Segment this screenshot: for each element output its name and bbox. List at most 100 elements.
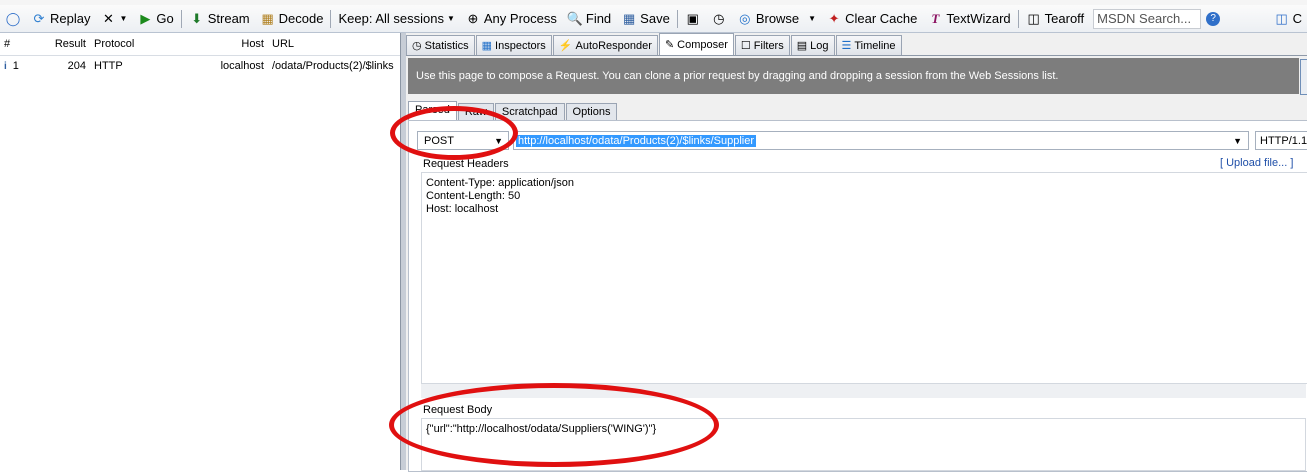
decode-button[interactable]: ▦ Decode bbox=[255, 7, 329, 31]
browser-icon: ◎ bbox=[739, 10, 751, 26]
session-result: 204 bbox=[67, 60, 86, 72]
eraser-icon: ✦ bbox=[828, 10, 840, 26]
tab-label: AutoResponder bbox=[575, 39, 652, 52]
tab-autoresponder[interactable]: ⚡ AutoResponder bbox=[552, 35, 658, 55]
column-header-num[interactable]: # bbox=[0, 38, 36, 50]
url-input[interactable]: http://localhost/odata/Products(2)/$link… bbox=[513, 131, 1249, 150]
replay-icon: ⟳ bbox=[33, 10, 45, 26]
tab-composer[interactable]: ✎ Composer bbox=[658, 33, 734, 55]
request-body-textarea[interactable]: {"url":"http://localhost/odata/Suppliers… bbox=[421, 418, 1306, 471]
textwizard-button[interactable]: T TextWizard bbox=[922, 7, 1015, 31]
log-icon: ▤ bbox=[796, 40, 808, 52]
session-host: localhost bbox=[220, 60, 264, 72]
composer-subtabs: Parsed Raw Scratchpad Options bbox=[408, 101, 618, 120]
any-process-label: Any Process bbox=[483, 11, 557, 26]
dropdown-arrow-icon: ▼ bbox=[808, 14, 817, 23]
headers-scrollbar[interactable] bbox=[421, 383, 1306, 398]
clear-cache-button[interactable]: ✦ Clear Cache bbox=[821, 7, 922, 31]
separator bbox=[180, 9, 182, 28]
save-icon: ▦ bbox=[623, 10, 636, 26]
save-button[interactable]: ▦ Save bbox=[616, 7, 675, 31]
timer-button[interactable]: ◷ bbox=[706, 7, 732, 31]
inspectors-icon: ▦ bbox=[481, 40, 493, 52]
clip-button[interactable]: ◫ C bbox=[1269, 7, 1307, 31]
header-line: Content-Type: application/json bbox=[426, 177, 574, 189]
http-version-select[interactable]: HTTP/1.1 bbox=[1255, 131, 1307, 150]
composer-form: POST ▼ http://localhost/odata/Products(2)… bbox=[408, 120, 1307, 472]
header-line: Content-Length: 50 bbox=[426, 190, 521, 202]
session-num: 1 bbox=[12, 60, 19, 72]
subtab-scratchpad[interactable]: Scratchpad bbox=[494, 103, 565, 120]
column-header-result[interactable]: Result bbox=[36, 38, 90, 50]
textwizard-label: TextWizard bbox=[946, 11, 1011, 26]
tab-inspectors[interactable]: ▦ Inspectors bbox=[475, 35, 552, 55]
header-line: Host: localhost bbox=[426, 203, 499, 215]
dropdown-arrow-icon: ▼ bbox=[446, 14, 455, 23]
timeline-icon: ☰ bbox=[841, 40, 852, 52]
find-label: Find bbox=[585, 11, 612, 26]
comment-button[interactable]: ◯ bbox=[0, 7, 26, 31]
go-label: Go bbox=[156, 11, 174, 26]
browse-button[interactable]: ◎ Browse ▼ bbox=[732, 7, 821, 31]
msdn-search-input[interactable]: MSDN Search... bbox=[1093, 8, 1202, 29]
pencil-icon: ✎ bbox=[664, 39, 675, 51]
close-icon: ✕ bbox=[103, 10, 114, 26]
tearoff-label: Tearoff bbox=[1044, 11, 1085, 26]
replay-button[interactable]: ⟳ Replay bbox=[26, 7, 95, 31]
any-process-button[interactable]: ⊕ Any Process bbox=[460, 7, 562, 31]
help-button[interactable]: ? bbox=[1201, 7, 1225, 31]
find-button[interactable]: 🔍 Find bbox=[562, 7, 616, 31]
column-header-host[interactable]: Host bbox=[150, 38, 268, 50]
tab-log[interactable]: ▤ Log bbox=[790, 35, 835, 55]
tearoff-icon: ◫ bbox=[1027, 10, 1040, 26]
web-sessions-list: # Result Protocol Host URL i1 204 HTTP l… bbox=[0, 33, 401, 470]
chevron-down-icon: ▼ bbox=[1233, 136, 1242, 146]
decode-label: Decode bbox=[278, 11, 324, 26]
session-protocol: HTTP bbox=[94, 60, 123, 72]
replay-label: Replay bbox=[50, 11, 91, 26]
dropdown-arrow-icon: ▼ bbox=[119, 14, 128, 23]
tearoff-button[interactable]: ◫ Tearoff bbox=[1021, 7, 1090, 31]
stream-button[interactable]: ⬇ Stream bbox=[184, 7, 255, 31]
remove-button[interactable]: ✕ ▼ bbox=[95, 7, 132, 31]
method-value: POST bbox=[424, 135, 454, 147]
composer-banner: Use this page to compose a Request. You … bbox=[408, 58, 1299, 94]
method-select[interactable]: POST ▼ bbox=[417, 131, 509, 150]
info-icon: i bbox=[4, 61, 7, 72]
stream-icon: ⬇ bbox=[191, 10, 203, 26]
column-header-url[interactable]: URL bbox=[268, 38, 396, 50]
url-value: http://localhost/odata/Products(2)/$link… bbox=[516, 135, 757, 147]
column-header-protocol[interactable]: Protocol bbox=[90, 38, 150, 50]
timer-icon: ◷ bbox=[713, 10, 725, 26]
tab-label: Inspectors bbox=[495, 39, 546, 52]
tab-filters[interactable]: ☐ Filters bbox=[734, 35, 790, 55]
execute-button[interactable] bbox=[1300, 59, 1307, 95]
camera-icon: ▣ bbox=[686, 10, 699, 26]
request-headers-textarea[interactable]: Content-Type: application/json Content-L… bbox=[421, 172, 1307, 384]
clip-icon: ◫ bbox=[1275, 10, 1288, 26]
separator bbox=[1017, 9, 1019, 28]
request-headers-label: Request Headers bbox=[423, 158, 509, 170]
subtab-options[interactable]: Options bbox=[565, 103, 618, 120]
request-body-value: {"url":"http://localhost/odata/Suppliers… bbox=[426, 423, 657, 435]
tab-label: Statistics bbox=[424, 39, 469, 52]
chevron-down-icon: ▼ bbox=[494, 136, 503, 146]
details-pane: ◷ Statistics ▦ Inspectors ⚡ AutoResponder ✎… bbox=[406, 33, 1307, 472]
keep-sessions-dropdown[interactable]: Keep: All sessions ▼ bbox=[333, 7, 459, 31]
tab-label: Filters bbox=[753, 39, 784, 52]
text-icon: T bbox=[931, 10, 940, 26]
tab-timeline[interactable]: ☰ Timeline bbox=[835, 35, 902, 55]
upload-file-link[interactable]: [ Upload file... ] bbox=[1220, 157, 1293, 169]
checkbox-icon: ☐ bbox=[740, 40, 751, 52]
subtab-parsed[interactable]: Parsed bbox=[408, 101, 457, 120]
session-url: /odata/Products(2)/$links bbox=[272, 60, 394, 72]
go-button[interactable]: ▶ Go bbox=[132, 7, 178, 31]
tab-label: Composer bbox=[677, 38, 728, 51]
snapshot-button[interactable]: ▣ bbox=[680, 7, 706, 31]
sessions-header: # Result Protocol Host URL bbox=[0, 33, 400, 56]
tab-statistics[interactable]: ◷ Statistics bbox=[406, 35, 475, 55]
request-body-label: Request Body bbox=[423, 404, 493, 416]
subtab-raw[interactable]: Raw bbox=[457, 103, 494, 120]
session-row[interactable]: i1 204 HTTP localhost /odata/Products(2)… bbox=[0, 56, 400, 76]
browse-label: Browse bbox=[755, 11, 800, 26]
